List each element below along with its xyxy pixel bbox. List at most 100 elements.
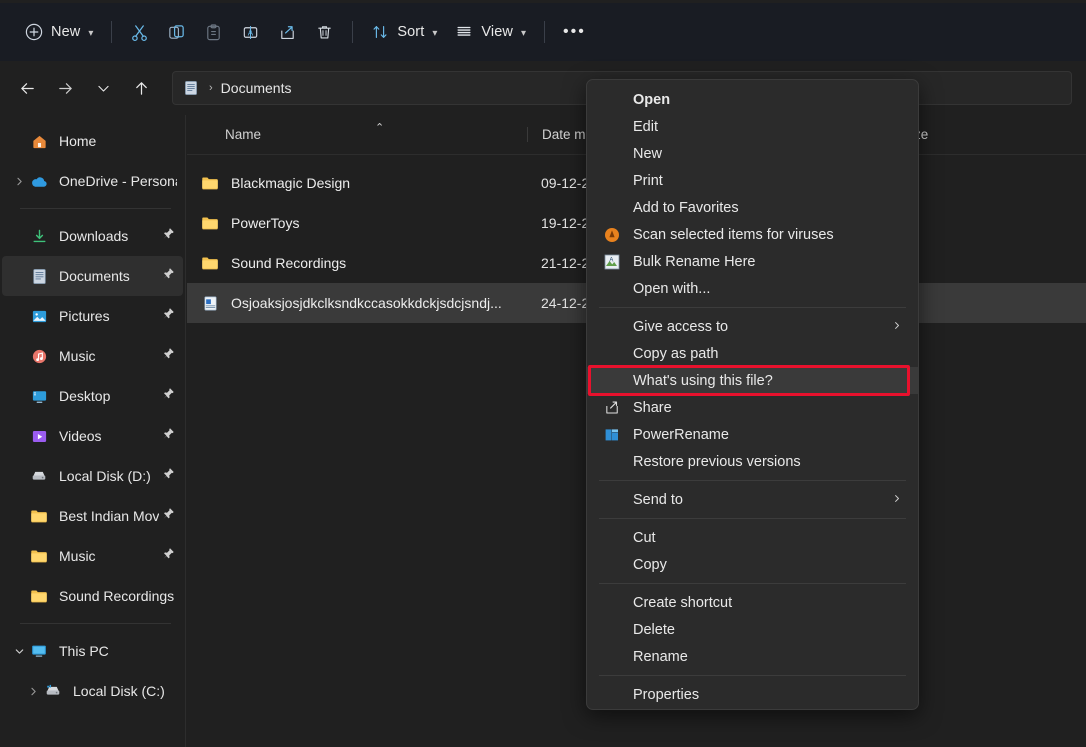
- onedrive-icon: [28, 171, 50, 191]
- file-name-cell: PowerToys: [187, 215, 527, 231]
- sidebar-item-label: Local Disk (D:): [59, 468, 151, 484]
- menu-item-label: New: [633, 146, 662, 162]
- sidebar-item-downloads[interactable]: Downloads: [2, 216, 183, 256]
- context-menu[interactable]: Open Edit New PrintAdd to FavoritesScan sel…: [586, 79, 919, 710]
- sidebar-item-home[interactable]: Home: [2, 121, 183, 161]
- menu-item-what-s-using-this-file[interactable]: What's using this file?: [587, 367, 918, 394]
- sidebar-item-music[interactable]: Music: [2, 336, 183, 376]
- command-toolbar: New ▾: [0, 3, 1086, 61]
- menu-item-new[interactable]: New: [587, 140, 918, 167]
- menu-item-edit[interactable]: Edit: [587, 113, 918, 140]
- sort-button[interactable]: Sort ▾: [362, 15, 446, 49]
- chevron-right-icon: [892, 493, 902, 506]
- sidebar-item-best-indian-mov[interactable]: Best Indian Mov: [2, 496, 183, 536]
- sidebar-item-this-pc[interactable]: This PC: [2, 631, 183, 671]
- menu-item-label: Delete: [633, 622, 675, 638]
- sidebar-item-label: This PC: [59, 643, 109, 659]
- documents-icon: [28, 266, 50, 286]
- view-button[interactable]: View ▾: [446, 15, 535, 49]
- menu-item-label: Bulk Rename Here: [633, 254, 756, 270]
- menu-item-rename[interactable]: Rename: [587, 643, 918, 670]
- file-name-label: Blackmagic Design: [231, 175, 350, 191]
- menu-item-label: Cut: [633, 530, 656, 546]
- menu-item-copy-as-path[interactable]: Copy as path: [587, 340, 918, 367]
- view-icon: [455, 23, 473, 41]
- sidebar-item-music[interactable]: Music: [2, 536, 183, 576]
- new-button[interactable]: New ▾: [16, 15, 102, 49]
- more-options-button[interactable]: •••: [554, 15, 595, 49]
- pin-icon[interactable]: [162, 347, 175, 365]
- menu-item-label: Open with...: [633, 281, 710, 297]
- sidebar-item-onedrive-persona[interactable]: OneDrive - Persona: [2, 161, 183, 201]
- sidebar-item-documents[interactable]: Documents: [2, 256, 183, 296]
- sidebar-item-videos[interactable]: Videos: [2, 416, 183, 456]
- pin-icon[interactable]: [162, 467, 175, 485]
- menu-item-label: Give access to: [633, 319, 728, 335]
- sidebar-item-label: Music: [59, 548, 96, 564]
- menu-item-delete[interactable]: Delete: [587, 616, 918, 643]
- copy-button[interactable]: [158, 15, 195, 49]
- sidebar-divider: [20, 208, 171, 209]
- navigation-pane[interactable]: Home OneDrive - Persona Downloads Documents…: [0, 115, 186, 747]
- sidebar-item-sound-recordings[interactable]: Sound Recordings: [2, 576, 183, 616]
- column-header-name[interactable]: Name ⌃: [187, 127, 527, 142]
- menu-item-properties[interactable]: Properties: [587, 681, 918, 708]
- sidebar-item-label: OneDrive - Persona: [59, 173, 177, 189]
- folder-icon: [28, 546, 50, 566]
- pin-icon[interactable]: [162, 507, 175, 525]
- sort-button-label: Sort: [397, 24, 424, 40]
- menu-item-powerrename[interactable]: PowerRename: [587, 421, 918, 448]
- sidebar-item-local-disk-c[interactable]: Local Disk (C:): [2, 671, 183, 711]
- bulk-rename-icon: A: [603, 253, 621, 271]
- sidebar-item-label: Pictures: [59, 308, 110, 324]
- up-button[interactable]: [124, 71, 158, 105]
- delete-button[interactable]: [306, 15, 343, 49]
- plus-circle-icon: [25, 23, 43, 41]
- file-name-cell: Sound Recordings: [187, 255, 527, 271]
- menu-item-cut[interactable]: Cut: [587, 524, 918, 551]
- ellipsis-icon: •••: [563, 23, 586, 41]
- pin-icon[interactable]: [162, 267, 175, 285]
- sidebar-item-local-disk-d[interactable]: Local Disk (D:): [2, 456, 183, 496]
- new-button-label: New: [51, 24, 80, 40]
- pin-icon[interactable]: [162, 547, 175, 565]
- pin-icon[interactable]: [162, 427, 175, 445]
- sidebar-item-pictures[interactable]: Pictures: [2, 296, 183, 336]
- menu-item-restore-previous-versions[interactable]: Restore previous versions: [587, 448, 918, 475]
- home-icon: [28, 131, 50, 151]
- menu-item-print[interactable]: Print: [587, 167, 918, 194]
- sidebar-item-label: Local Disk (C:): [73, 683, 165, 699]
- paste-button[interactable]: [195, 15, 232, 49]
- pin-icon[interactable]: [162, 227, 175, 245]
- menu-item-share[interactable]: Share: [587, 394, 918, 421]
- menu-item-label: Open: [633, 92, 670, 108]
- recent-locations-button[interactable]: [86, 71, 120, 105]
- sidebar-item-desktop[interactable]: Desktop: [2, 376, 183, 416]
- pin-icon[interactable]: [162, 307, 175, 325]
- svg-text:A: A: [609, 257, 613, 263]
- menu-item-send-to[interactable]: Send to: [587, 486, 918, 513]
- menu-divider: [599, 480, 906, 481]
- chevron-down-icon[interactable]: [10, 646, 28, 657]
- breadcrumb-documents[interactable]: Documents: [221, 80, 292, 96]
- menu-item-give-access-to[interactable]: Give access to: [587, 313, 918, 340]
- menu-item-copy[interactable]: Copy: [587, 551, 918, 578]
- forward-button[interactable]: [48, 71, 82, 105]
- back-button[interactable]: [10, 71, 44, 105]
- chevron-right-icon[interactable]: [24, 686, 42, 697]
- menu-item-label: Restore previous versions: [633, 454, 801, 470]
- sidebar-item-label: Downloads: [59, 228, 128, 244]
- menu-item-scan-selected-items-for-viruses[interactable]: Scan selected items for viruses: [587, 221, 918, 248]
- menu-item-add-to-favorites[interactable]: Add to Favorites: [587, 194, 918, 221]
- menu-item-open-with[interactable]: Open with...: [587, 275, 918, 302]
- music-icon: [28, 346, 50, 366]
- menu-item-open[interactable]: Open: [587, 86, 918, 113]
- share-button[interactable]: [269, 15, 306, 49]
- chevron-right-icon[interactable]: [10, 176, 28, 187]
- menu-item-bulk-rename-here[interactable]: A Bulk Rename Here: [587, 248, 918, 275]
- rename-button[interactable]: A: [232, 15, 269, 49]
- pin-icon[interactable]: [162, 387, 175, 405]
- cut-button[interactable]: [121, 15, 158, 49]
- sidebar-item-label: Home: [59, 133, 96, 149]
- menu-item-create-shortcut[interactable]: Create shortcut: [587, 589, 918, 616]
